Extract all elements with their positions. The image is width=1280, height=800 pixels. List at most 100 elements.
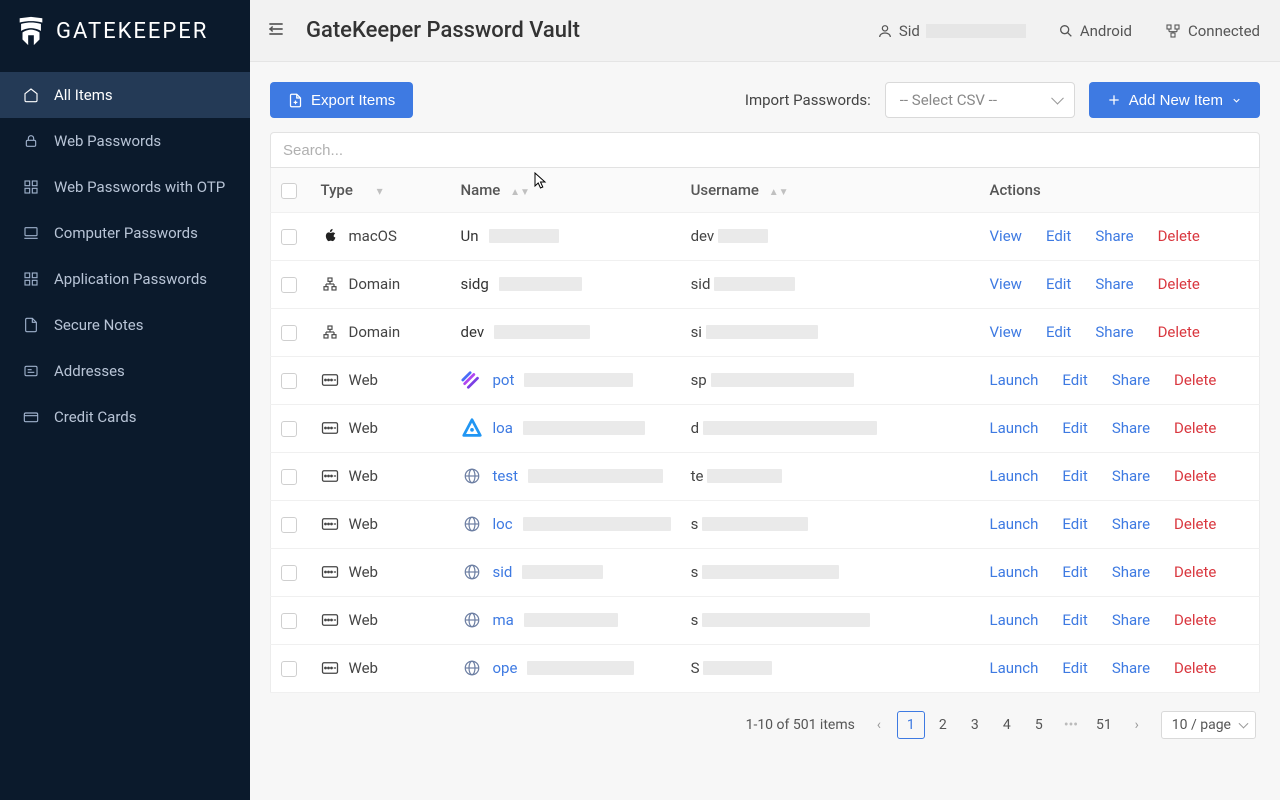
delete-action[interactable]: Delete: [1174, 371, 1216, 389]
page-1[interactable]: 1: [897, 711, 925, 739]
edit-action[interactable]: Edit: [1062, 563, 1087, 581]
share-action[interactable]: Share: [1112, 515, 1150, 533]
row-checkbox[interactable]: [281, 517, 297, 533]
col-type[interactable]: Type ▾: [311, 168, 451, 212]
share-action[interactable]: Share: [1112, 659, 1150, 677]
delete-action[interactable]: Delete: [1174, 563, 1216, 581]
nav-icon: [22, 317, 40, 333]
edit-action[interactable]: Edit: [1046, 227, 1071, 245]
page-size-select[interactable]: 10 / page: [1161, 711, 1256, 739]
launch-action[interactable]: Launch: [990, 659, 1039, 677]
delete-action[interactable]: Delete: [1174, 611, 1216, 629]
delete-action[interactable]: Delete: [1158, 275, 1200, 293]
type-label: macOS: [349, 227, 397, 245]
share-action[interactable]: Share: [1112, 371, 1150, 389]
table-row: WebmasLaunchEditShareDelete: [271, 596, 1260, 644]
share-action[interactable]: Share: [1112, 419, 1150, 437]
row-checkbox[interactable]: [281, 277, 297, 293]
item-name: dev: [461, 323, 485, 341]
edit-action[interactable]: Edit: [1062, 371, 1087, 389]
sidebar-item-secure-notes[interactable]: Secure Notes: [0, 302, 250, 348]
select-all-checkbox[interactable]: [281, 183, 297, 199]
share-action[interactable]: Share: [1095, 323, 1133, 341]
sidebar-item-credit-cards[interactable]: Credit Cards: [0, 394, 250, 440]
page-51[interactable]: 51: [1089, 711, 1119, 739]
launch-action[interactable]: Launch: [990, 611, 1039, 629]
share-action[interactable]: Share: [1112, 563, 1150, 581]
edit-action[interactable]: Edit: [1062, 659, 1087, 677]
export-button[interactable]: Export Items: [270, 82, 413, 118]
launch-action[interactable]: Launch: [990, 419, 1039, 437]
row-checkbox[interactable]: [281, 229, 297, 245]
user-indicator[interactable]: Sid: [877, 22, 1026, 40]
sidebar-item-computer-passwords[interactable]: Computer Passwords: [0, 210, 250, 256]
sidebar-item-addresses[interactable]: Addresses: [0, 348, 250, 394]
device-indicator[interactable]: Android: [1058, 22, 1132, 40]
delete-action[interactable]: Delete: [1174, 515, 1216, 533]
redacted-text: [714, 277, 795, 291]
sidebar-item-application-passwords[interactable]: Application Passwords: [0, 256, 250, 302]
type-label: Web: [349, 611, 378, 629]
sidebar-item-all-items[interactable]: All Items: [0, 72, 250, 118]
sidebar-toggle-button[interactable]: [260, 13, 292, 48]
row-checkbox[interactable]: [281, 613, 297, 629]
share-action[interactable]: Share: [1112, 611, 1150, 629]
item-name[interactable]: loc: [493, 515, 513, 533]
delete-action[interactable]: Delete: [1174, 659, 1216, 677]
delete-action[interactable]: Delete: [1158, 227, 1200, 245]
row-checkbox[interactable]: [281, 565, 297, 581]
page-2[interactable]: 2: [929, 711, 957, 739]
item-name[interactable]: pot: [493, 371, 515, 389]
type-label: Domain: [349, 275, 401, 293]
item-name[interactable]: ma: [493, 611, 514, 629]
page-3[interactable]: 3: [961, 711, 989, 739]
brand-text: GATEKEEPER: [56, 19, 208, 44]
launch-action[interactable]: Launch: [990, 563, 1039, 581]
add-new-item-button[interactable]: Add New Item: [1089, 82, 1260, 118]
view-action[interactable]: View: [990, 323, 1022, 341]
edit-action[interactable]: Edit: [1062, 611, 1087, 629]
launch-action[interactable]: Launch: [990, 515, 1039, 533]
delete-action[interactable]: Delete: [1158, 323, 1200, 341]
edit-action[interactable]: Edit: [1062, 515, 1087, 533]
item-name[interactable]: ope: [493, 659, 518, 677]
connection-indicator[interactable]: Connected: [1164, 22, 1260, 40]
sidebar-item-web-passwords[interactable]: Web Passwords: [0, 118, 250, 164]
share-action[interactable]: Share: [1095, 275, 1133, 293]
item-name[interactable]: sid: [493, 563, 513, 581]
edit-action[interactable]: Edit: [1062, 419, 1087, 437]
delete-action[interactable]: Delete: [1174, 467, 1216, 485]
nav-icon: [22, 87, 40, 103]
row-checkbox[interactable]: [281, 661, 297, 677]
search-input[interactable]: [270, 132, 1260, 168]
edit-action[interactable]: Edit: [1046, 275, 1071, 293]
view-action[interactable]: View: [990, 275, 1022, 293]
item-name[interactable]: test: [493, 467, 519, 485]
chevron-down-icon: [1231, 95, 1242, 106]
edit-action[interactable]: Edit: [1046, 323, 1071, 341]
launch-action[interactable]: Launch: [990, 371, 1039, 389]
view-action[interactable]: View: [990, 227, 1022, 245]
page-5[interactable]: 5: [1025, 711, 1053, 739]
prev-page[interactable]: ‹: [865, 711, 893, 739]
launch-action[interactable]: Launch: [990, 467, 1039, 485]
spartan-icon: [14, 14, 48, 48]
next-page[interactable]: ›: [1123, 711, 1151, 739]
col-name[interactable]: Name ▲▼: [451, 168, 681, 212]
web-icon: [321, 515, 339, 533]
col-username[interactable]: Username ▲▼: [681, 168, 980, 212]
row-checkbox[interactable]: [281, 325, 297, 341]
item-name[interactable]: loa: [493, 419, 513, 437]
edit-action[interactable]: Edit: [1062, 467, 1087, 485]
row-checkbox[interactable]: [281, 421, 297, 437]
sidebar-item-web-passwords-with-otp[interactable]: Web Passwords with OTP: [0, 164, 250, 210]
share-action[interactable]: Share: [1112, 467, 1150, 485]
domain-icon: [321, 323, 339, 341]
page-4[interactable]: 4: [993, 711, 1021, 739]
row-checkbox[interactable]: [281, 373, 297, 389]
row-checkbox[interactable]: [281, 469, 297, 485]
filter-icon[interactable]: ▾: [377, 184, 383, 198]
import-select[interactable]: -- Select CSV --: [885, 82, 1075, 118]
delete-action[interactable]: Delete: [1174, 419, 1216, 437]
share-action[interactable]: Share: [1095, 227, 1133, 245]
